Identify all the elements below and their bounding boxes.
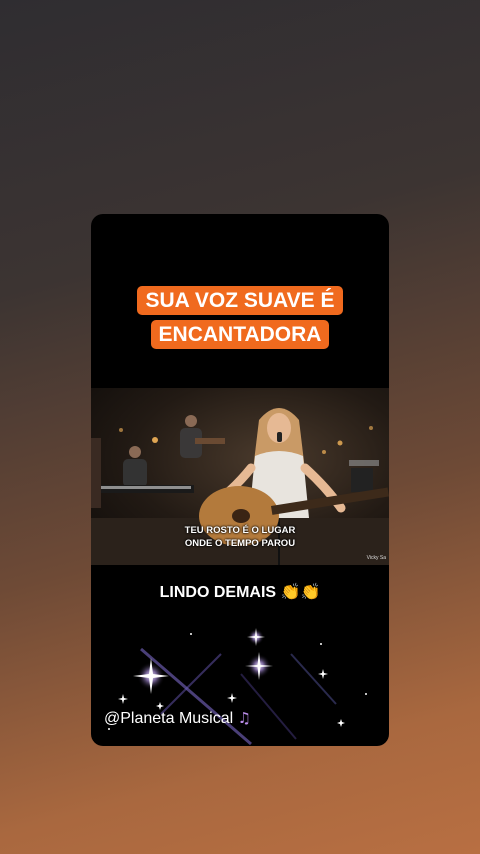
music-notes-icon: ♫ bbox=[237, 709, 252, 727]
headline-text: SUA VOZ SUAVE É ENCANTADORA bbox=[137, 286, 343, 349]
video-frame[interactable]: TEU ROSTO É O LUGAR ONDE O TEMPO PAROU V… bbox=[91, 388, 389, 565]
lyric-line-1: TEU ROSTO É O LUGAR bbox=[184, 525, 296, 536]
handle-text: @Planeta Musical bbox=[104, 710, 234, 727]
video-credit: Vicky Sa bbox=[366, 555, 386, 561]
story-card: SUA VOZ SUAVE É ENCANTADORA TEU ROSTO É … bbox=[91, 214, 389, 746]
headline: SUA VOZ SUAVE É ENCANTADORA bbox=[91, 284, 389, 352]
account-handle[interactable]: @Planeta Musical ♫ bbox=[104, 709, 251, 728]
lyric-line-2: ONDE O TEMPO PAROU bbox=[184, 538, 296, 549]
caption: LINDO DEMAIS 👏👏 bbox=[159, 584, 321, 601]
